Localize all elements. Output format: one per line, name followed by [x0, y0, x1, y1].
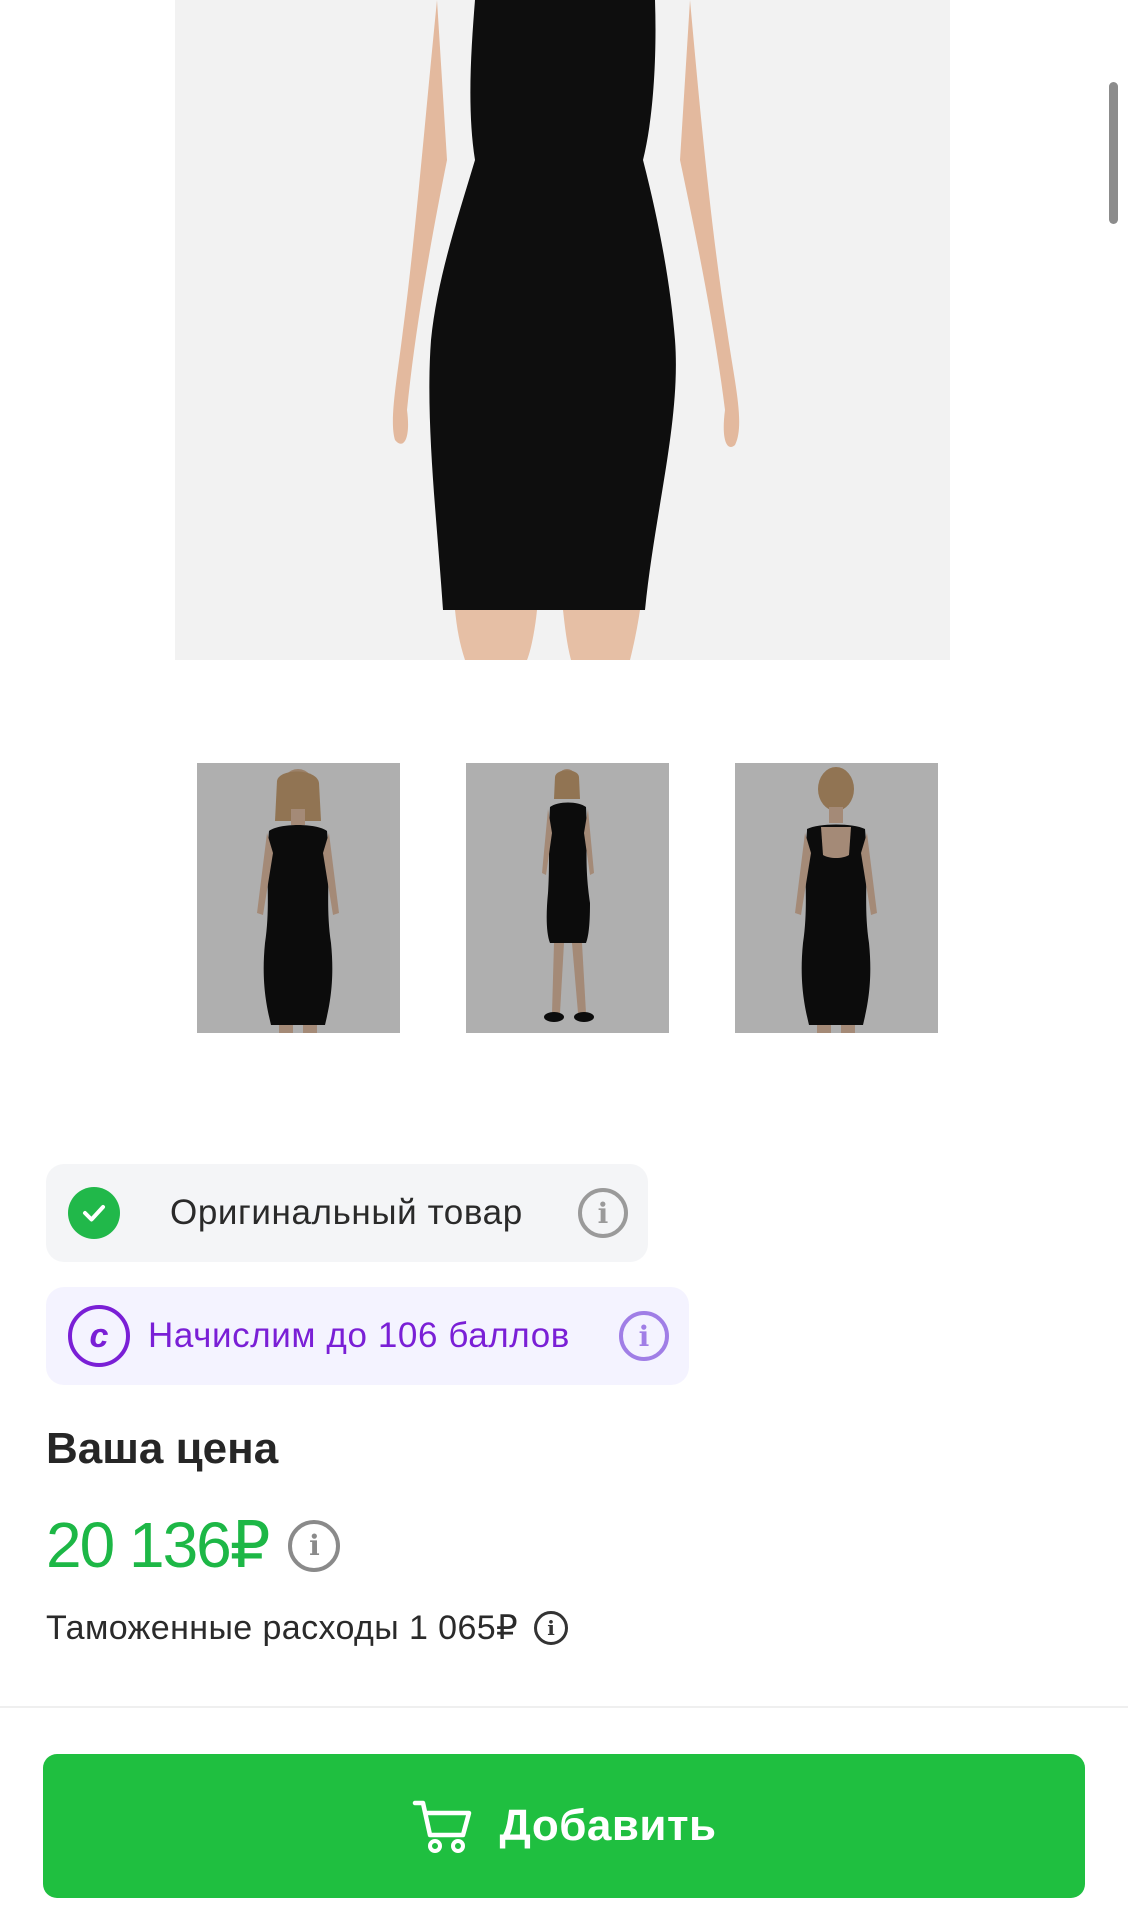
bonus-points-label: Начислим до 106 баллов: [148, 1316, 570, 1355]
product-main-image[interactable]: [175, 0, 950, 660]
price-value: 20 136₽: [46, 1509, 270, 1581]
price-title: Ваша цена: [46, 1424, 279, 1473]
customs-fees-text: Таможенные расходы 1 065₽: [46, 1609, 519, 1647]
original-product-badge[interactable]: Оригинальный товар i: [46, 1164, 648, 1262]
info-icon[interactable]: i: [578, 1188, 628, 1238]
thumbnail-full-length[interactable]: [466, 763, 669, 1033]
add-to-cart-button[interactable]: Добавить: [43, 1754, 1085, 1898]
product-page: Оригинальный товар i с Начислим до 106 б…: [0, 0, 1128, 1920]
bonus-points-badge[interactable]: с Начислим до 106 баллов i: [46, 1287, 689, 1385]
customs-row: Таможенные расходы 1 065₽ i: [46, 1608, 569, 1648]
check-circle-icon: [68, 1187, 120, 1239]
customs-info-icon[interactable]: i: [534, 1611, 569, 1645]
thumbnail-front-image: [197, 763, 400, 1033]
info-icon[interactable]: i: [619, 1311, 669, 1361]
page-scrollbar[interactable]: [1109, 82, 1118, 224]
bonus-coin-icon: с: [68, 1305, 130, 1367]
thumbnail-back[interactable]: [735, 763, 938, 1033]
price-row: 20 136₽ i: [46, 1508, 341, 1583]
bottom-action-bar: Добавить: [0, 1706, 1128, 1920]
thumbnail-strip: [197, 763, 938, 1033]
checkmark-icon: [83, 1205, 105, 1222]
add-button-label: Добавить: [499, 1801, 717, 1850]
price-info-icon[interactable]: i: [288, 1519, 341, 1572]
thumbnail-full-length-image: [466, 763, 669, 1033]
cart-icon: [411, 1793, 477, 1859]
thumbnail-back-image: [735, 763, 938, 1033]
thumbnail-front[interactable]: [197, 763, 400, 1033]
original-product-label: Оригинальный товар: [170, 1193, 523, 1232]
dress-photo-illustration: [175, 0, 950, 660]
